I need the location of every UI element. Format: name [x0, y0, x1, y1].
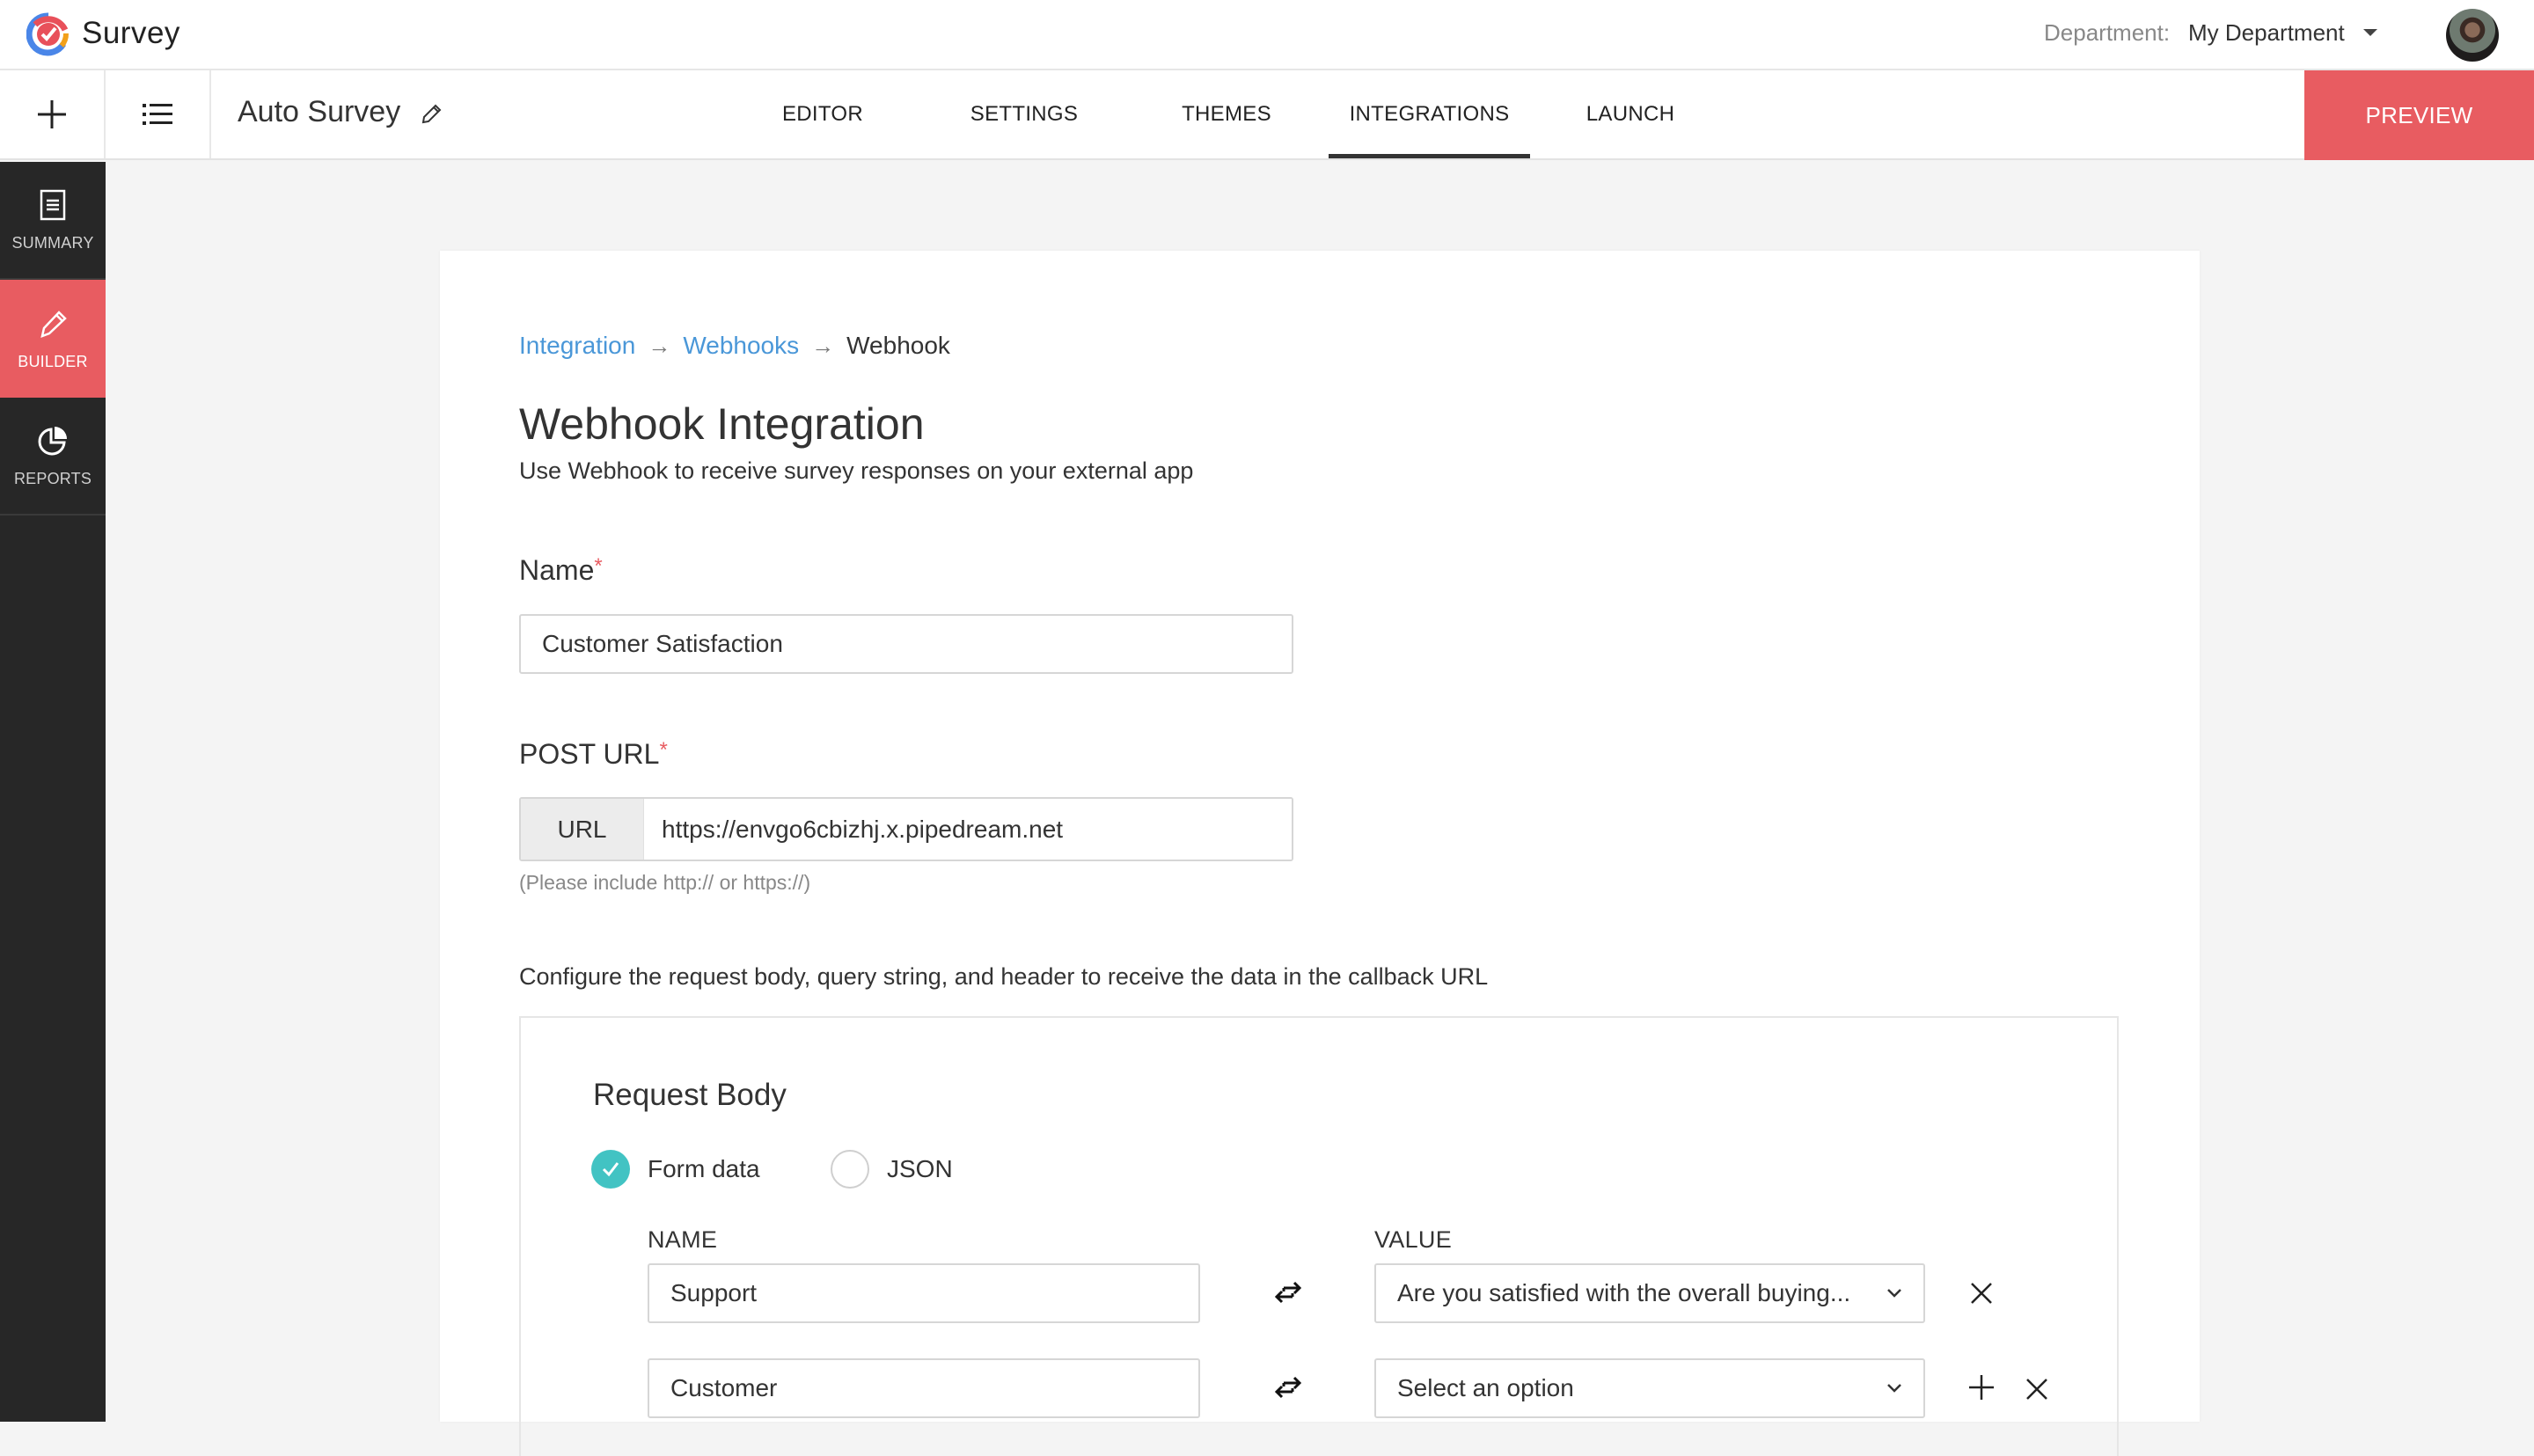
active-tab-indicator	[1329, 154, 1530, 158]
survey-logo-icon[interactable]	[26, 12, 70, 56]
breadcrumb-webhooks-link[interactable]: Webhooks	[683, 332, 799, 360]
arrow-right-icon: →	[811, 332, 835, 359]
request-config-panel: Request Body Form data JSON NAME VALUE A…	[519, 1016, 2119, 1456]
required-mark: *	[659, 738, 668, 762]
breadcrumb: Integration → Webhooks → Webhook	[519, 332, 950, 360]
name-input[interactable]	[519, 614, 1293, 674]
request-body-title: Request Body	[593, 1078, 787, 1112]
tab-integrations[interactable]: INTEGRATIONS	[1329, 70, 1530, 158]
top-header: Survey Department: My Department	[0, 0, 2534, 70]
tab-label: INTEGRATIONS	[1349, 102, 1510, 126]
value-column-header: VALUE	[1374, 1226, 1453, 1253]
page-title: Webhook Integration	[519, 399, 925, 449]
param-name-input[interactable]	[648, 1358, 1200, 1418]
list-icon	[143, 104, 172, 125]
radio-label: JSON	[887, 1155, 953, 1182]
select-value: Are you satisfied with the overall buyin…	[1397, 1279, 1851, 1306]
tab-label: LAUNCH	[1586, 102, 1675, 126]
swap-arrows-icon[interactable]	[1273, 1372, 1303, 1402]
edit-pencil-icon[interactable]	[419, 102, 443, 127]
caret-down-icon[interactable]	[2363, 29, 2377, 36]
name-label: Name*	[519, 554, 603, 587]
radio-unchecked-icon	[831, 1150, 869, 1189]
configure-description: Configure the request body, query string…	[519, 963, 1489, 990]
user-avatar[interactable]	[2446, 9, 2499, 62]
swap-arrows-icon[interactable]	[1273, 1277, 1303, 1307]
radio-form-data[interactable]: Form data	[591, 1150, 760, 1189]
breadcrumb-integration-link[interactable]: Integration	[519, 332, 635, 360]
sidebar-item-label: SUMMARY	[11, 233, 94, 252]
arrow-right-icon: →	[648, 332, 671, 359]
department-selector[interactable]: My Department	[2188, 19, 2345, 47]
radio-checked-icon	[591, 1150, 630, 1189]
pencil-icon	[40, 310, 67, 338]
sidebar-item-label: REPORTS	[13, 469, 92, 487]
add-row-icon[interactable]	[1968, 1374, 1995, 1401]
remove-row-icon[interactable]	[1968, 1280, 1995, 1306]
radio-label: Form data	[648, 1155, 760, 1182]
webhook-card: Integration → Webhooks → Webhook Webhook…	[440, 251, 2200, 1456]
create-button[interactable]	[0, 70, 106, 158]
remove-row-icon[interactable]	[2024, 1376, 2050, 1402]
tab-editor[interactable]: EDITOR	[765, 70, 880, 158]
sidebar-item-reports[interactable]: REPORTS	[0, 398, 106, 516]
survey-list-button[interactable]	[106, 70, 211, 158]
page-subtitle: Use Webhook to receive survey responses …	[519, 457, 1194, 484]
tab-label: EDITOR	[781, 102, 864, 126]
department-label: Department:	[2044, 19, 2171, 46]
document-icon	[40, 189, 66, 220]
sidebar: SUMMARY BUILDER REPORTS	[0, 162, 106, 1422]
tab-themes[interactable]: THEMES	[1165, 70, 1288, 158]
sidebar-item-label: BUILDER	[18, 352, 88, 370]
tab-settings[interactable]: SETTINGS	[963, 70, 1086, 158]
tab-launch[interactable]: LAUNCH	[1573, 70, 1688, 158]
survey-title: Auto Survey	[238, 95, 401, 128]
url-hint: (Please include http:// or https://)	[519, 871, 811, 894]
post-url-label-text: POST URL	[519, 738, 660, 770]
sidebar-item-builder[interactable]: BUILDER	[0, 280, 106, 398]
tab-label: SETTINGS	[970, 102, 1079, 126]
brand-name: Survey	[82, 16, 180, 50]
radio-json[interactable]: JSON	[831, 1150, 953, 1189]
chevron-down-icon	[1887, 1289, 1901, 1298]
chevron-down-icon	[1887, 1384, 1901, 1393]
name-column-header: NAME	[648, 1226, 718, 1253]
param-value-select[interactable]: Select an option	[1374, 1358, 1925, 1418]
url-addon: URL	[521, 799, 644, 860]
required-mark: *	[594, 554, 603, 578]
post-url-field: URL	[519, 797, 1293, 861]
sidebar-item-summary[interactable]: SUMMARY	[0, 162, 106, 280]
breadcrumb-current: Webhook	[846, 332, 950, 359]
post-url-input[interactable]	[644, 799, 1292, 860]
param-value-select[interactable]: Are you satisfied with the overall buyin…	[1374, 1263, 1925, 1323]
select-value: Select an option	[1397, 1374, 1574, 1401]
tab-label: THEMES	[1182, 102, 1271, 126]
post-url-label: POST URL*	[519, 738, 668, 771]
survey-toolbar: Auto Survey EDITOR SETTINGS THEMES INTEG…	[0, 70, 2534, 160]
name-label-text: Name	[519, 554, 595, 586]
param-name-input[interactable]	[648, 1263, 1200, 1323]
pie-chart-icon	[38, 426, 67, 455]
plus-icon	[38, 100, 66, 128]
preview-button[interactable]: PREVIEW	[2304, 70, 2534, 160]
